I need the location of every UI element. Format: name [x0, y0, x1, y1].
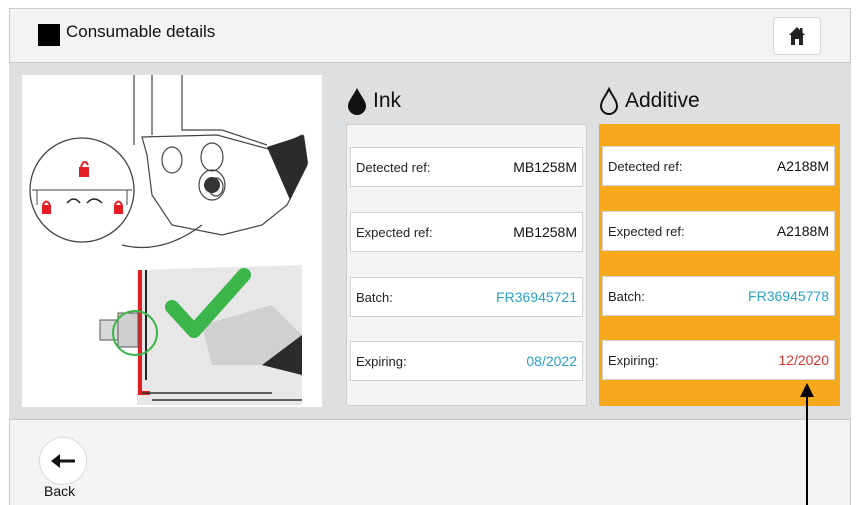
field-label: Expiring: — [356, 353, 407, 369]
ink-heading-label: Ink — [373, 89, 402, 112]
home-button[interactable] — [773, 17, 821, 55]
cartridge-illustration — [22, 75, 322, 407]
title-square-icon — [38, 24, 60, 46]
home-icon — [789, 27, 805, 45]
additive-batch-row: Batch: FR36945778 — [602, 276, 835, 316]
field-value: A2188M — [776, 158, 829, 174]
page-title: Consumable details — [66, 22, 216, 41]
field-label: Expiring: — [608, 352, 659, 368]
ink-expected-ref-row: Expected ref: MB1258M — [350, 212, 583, 252]
field-value: FR36945778 — [748, 288, 829, 304]
annotation-arrow-icon — [800, 383, 814, 505]
additive-expiring-row: Expiring: 12/2020 — [602, 340, 835, 380]
ink-batch-row: Batch: FR36945721 — [350, 277, 583, 317]
ink-panel: Detected ref: MB1258M Expected ref: MB12… — [346, 124, 587, 406]
ink-expiring-row: Expiring: 08/2022 — [350, 341, 583, 381]
additive-heading-label: Additive — [625, 89, 700, 112]
field-label: Expected ref: — [608, 223, 685, 239]
field-value: A2188M — [776, 223, 829, 239]
drop-filled-icon — [348, 88, 366, 115]
field-label: Batch: — [356, 289, 393, 305]
field-label: Detected ref: — [608, 158, 683, 174]
field-label: Expected ref: — [356, 224, 433, 240]
field-value: FR36945721 — [496, 289, 577, 305]
field-label: Batch: — [608, 288, 645, 304]
back-button[interactable] — [39, 437, 87, 485]
field-label: Detected ref: — [356, 159, 431, 175]
arrow-left-icon — [51, 454, 75, 468]
additive-heading: Additive — [599, 87, 700, 115]
cartridge-lock-illustration — [29, 75, 308, 405]
ink-heading: Ink — [347, 87, 401, 115]
additive-expected-ref-row: Expected ref: A2188M — [602, 211, 835, 251]
field-value: 12/2020 — [778, 352, 829, 368]
field-value: 08/2022 — [526, 353, 577, 369]
ink-detected-ref-row: Detected ref: MB1258M — [350, 147, 583, 187]
drop-outline-icon — [599, 87, 619, 115]
back-label: Back — [44, 483, 76, 499]
additive-panel: Detected ref: A2188M Expected ref: A2188… — [599, 124, 840, 406]
additive-detected-ref-row: Detected ref: A2188M — [602, 146, 835, 186]
field-value: MB1258M — [513, 224, 577, 240]
field-value: MB1258M — [513, 159, 577, 175]
